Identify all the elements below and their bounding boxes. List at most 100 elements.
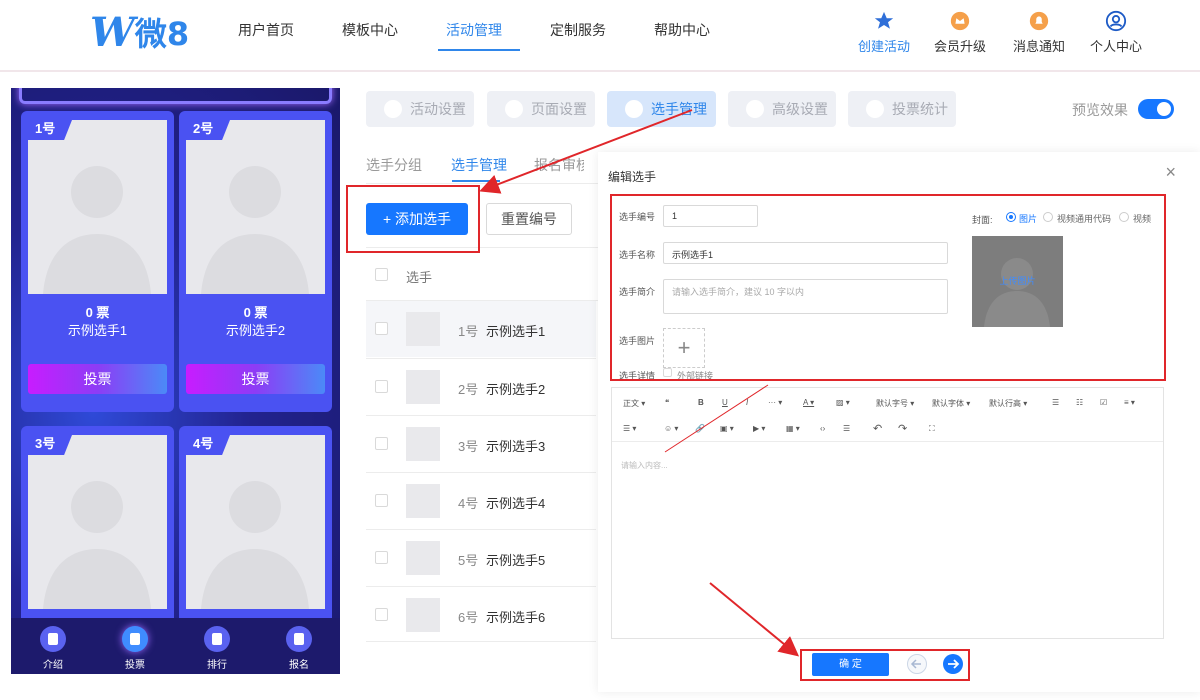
toolbar-paragraph[interactable]: 正文 ▾ (623, 398, 645, 409)
vote-button[interactable]: 投票 (186, 364, 325, 394)
row-checkbox[interactable] (375, 608, 388, 621)
select-all-checkbox[interactable] (375, 268, 388, 281)
contestant-name: 示例选手1 (67, 323, 128, 338)
row-checkbox[interactable] (375, 322, 388, 335)
avatar-placeholder-icon (43, 166, 151, 294)
toolbar-align[interactable]: ≡ ▾ (1124, 398, 1135, 407)
row-checkbox[interactable] (375, 437, 388, 450)
toolbar-image[interactable]: ▣ ▾ (720, 424, 734, 433)
tab-label: 高级设置 (772, 101, 828, 117)
reset-number-button[interactable]: 重置编号 (486, 203, 572, 235)
nav-active-indicator (438, 49, 520, 51)
tab-page-settings[interactable]: 页面设置 (487, 91, 595, 127)
subtab-active-indicator (452, 180, 500, 182)
toolbar-line-height[interactable]: 默认行高 ▾ (989, 398, 1027, 409)
row-checkbox[interactable] (375, 494, 388, 507)
contestant-photo (186, 435, 325, 609)
personal-center-button[interactable]: 个人中心 (1084, 10, 1148, 55)
phone-tab-label: 排行 (207, 660, 227, 671)
contestant-card[interactable]: 2号 0 票 示例选手2 投票 (179, 111, 332, 412)
toolbar-emoji[interactable]: ☺ ▾ (664, 424, 678, 433)
tab-contestant-management[interactable]: 选手管理 (607, 91, 716, 127)
toolbar-todo[interactable]: ☑ (1100, 398, 1107, 407)
page-icon (505, 100, 523, 119)
close-icon[interactable]: × (1165, 162, 1176, 183)
table-row[interactable]: 4号 示例选手4 (366, 472, 596, 528)
subtab-review[interactable]: 报名审核 (534, 155, 584, 175)
toolbar-quote[interactable]: ❝ (665, 398, 669, 407)
toolbar-indent[interactable]: ☰ ▾ (623, 424, 636, 433)
toolbar-font-color[interactable]: A ▾ (803, 398, 814, 407)
table-row[interactable]: 3号 示例选手3 (366, 415, 596, 471)
nav-help[interactable]: 帮助中心 (654, 20, 710, 40)
toolbar-more[interactable]: ··· ▾ (768, 398, 782, 407)
nav-custom[interactable]: 定制服务 (550, 20, 606, 40)
toolbar-font-size[interactable]: 默认字号 ▾ (876, 398, 914, 409)
logo[interactable]: W 微8 (90, 9, 189, 56)
contestant-photo (28, 120, 167, 294)
toolbar-bg-color[interactable]: ▨ ▾ (836, 398, 850, 407)
row-number: 2号 (458, 382, 479, 397)
toolbar-video[interactable]: ▶ ▾ (753, 424, 765, 433)
vote-button[interactable]: 投票 (28, 364, 167, 394)
preview-toggle[interactable] (1138, 99, 1174, 119)
toolbar-bullet-list[interactable]: ☰ (1052, 398, 1059, 407)
contestant-name: 示例选手2 (225, 323, 286, 338)
row-checkbox[interactable] (375, 551, 388, 564)
phone-tab-intro[interactable]: 介绍 (28, 626, 78, 671)
row-number: 5号 (458, 553, 479, 568)
tab-label: 投票统计 (892, 101, 948, 117)
toolbar-undo[interactable]: ↶ (873, 422, 882, 435)
phone-tab-signup[interactable]: 报名 (274, 626, 324, 671)
avatar-placeholder-icon (43, 481, 151, 609)
bell-icon (1029, 11, 1049, 31)
table-row[interactable]: 1号 示例选手1 (366, 301, 596, 357)
toolbar-italic[interactable]: I (746, 398, 748, 407)
table-row[interactable]: 2号 示例选手2 (366, 358, 596, 414)
subtab-groups[interactable]: 选手分组 (366, 155, 422, 175)
notifications-label: 消息通知 (1012, 39, 1065, 54)
table-row[interactable]: 5号 示例选手5 (366, 529, 596, 585)
toolbar-divider[interactable]: ☰ (843, 424, 850, 433)
row-checkbox[interactable] (375, 380, 388, 393)
phone-tab-rank[interactable]: 排行 (192, 626, 242, 671)
vote-count: 0 票 (85, 305, 110, 320)
rich-text-editor[interactable] (611, 387, 1164, 639)
preview-label: 预览效果 (1072, 102, 1128, 118)
toolbar-bold[interactable]: B (698, 398, 704, 407)
toolbar-fullscreen[interactable]: ⛶ (929, 424, 935, 434)
toolbar-redo[interactable]: ↷ (898, 422, 907, 435)
tab-advanced-settings[interactable]: 高级设置 (728, 91, 836, 127)
dialog-title: 编辑选手 (608, 170, 657, 184)
nav-home[interactable]: 用户首页 (238, 20, 294, 40)
tab-activity-settings[interactable]: 活动设置 (366, 91, 474, 127)
contestant-card[interactable]: 1号 0 票 示例选手1 投票 (21, 111, 174, 412)
phone-tab-label: 介绍 (43, 660, 63, 671)
signup-icon (286, 626, 312, 652)
divider (366, 183, 598, 184)
phone-tab-vote[interactable]: 投票 (110, 626, 160, 671)
toolbar-ordered-list[interactable]: ☷ (1076, 398, 1083, 407)
subtab-contestants[interactable]: 选手管理 (451, 155, 507, 175)
vote-count: 0 票 (243, 305, 268, 320)
table-row[interactable]: 6号 示例选手6 (366, 586, 596, 642)
toolbar-underline[interactable]: U (722, 398, 728, 407)
notifications-button[interactable]: 消息通知 (1007, 10, 1071, 55)
row-name: 示例选手3 (486, 439, 546, 454)
row-number: 3号 (458, 439, 479, 454)
phone-tabbar: 介绍 投票 排行 报名 (11, 618, 340, 674)
contestant-card[interactable]: 3号 (21, 426, 174, 646)
intro-icon (40, 626, 66, 652)
member-upgrade-button[interactable]: 会员升级 (928, 10, 992, 55)
row-name: 示例选手6 (486, 610, 546, 625)
toolbar-link[interactable]: 🔗 (695, 424, 705, 433)
nav-activity[interactable]: 活动管理 (446, 20, 502, 40)
annotation-box-form (610, 194, 1166, 381)
create-activity-button[interactable]: 创建活动 (852, 10, 916, 55)
tab-vote-stats[interactable]: 投票统计 (848, 91, 956, 127)
toolbar-table[interactable]: ▦ ▾ (786, 424, 800, 433)
contestant-card[interactable]: 4号 (179, 426, 332, 646)
toolbar-code[interactable]: ‹› (820, 424, 825, 433)
nav-templates[interactable]: 模板中心 (342, 20, 398, 40)
toolbar-font-family[interactable]: 默认字体 ▾ (932, 398, 970, 409)
